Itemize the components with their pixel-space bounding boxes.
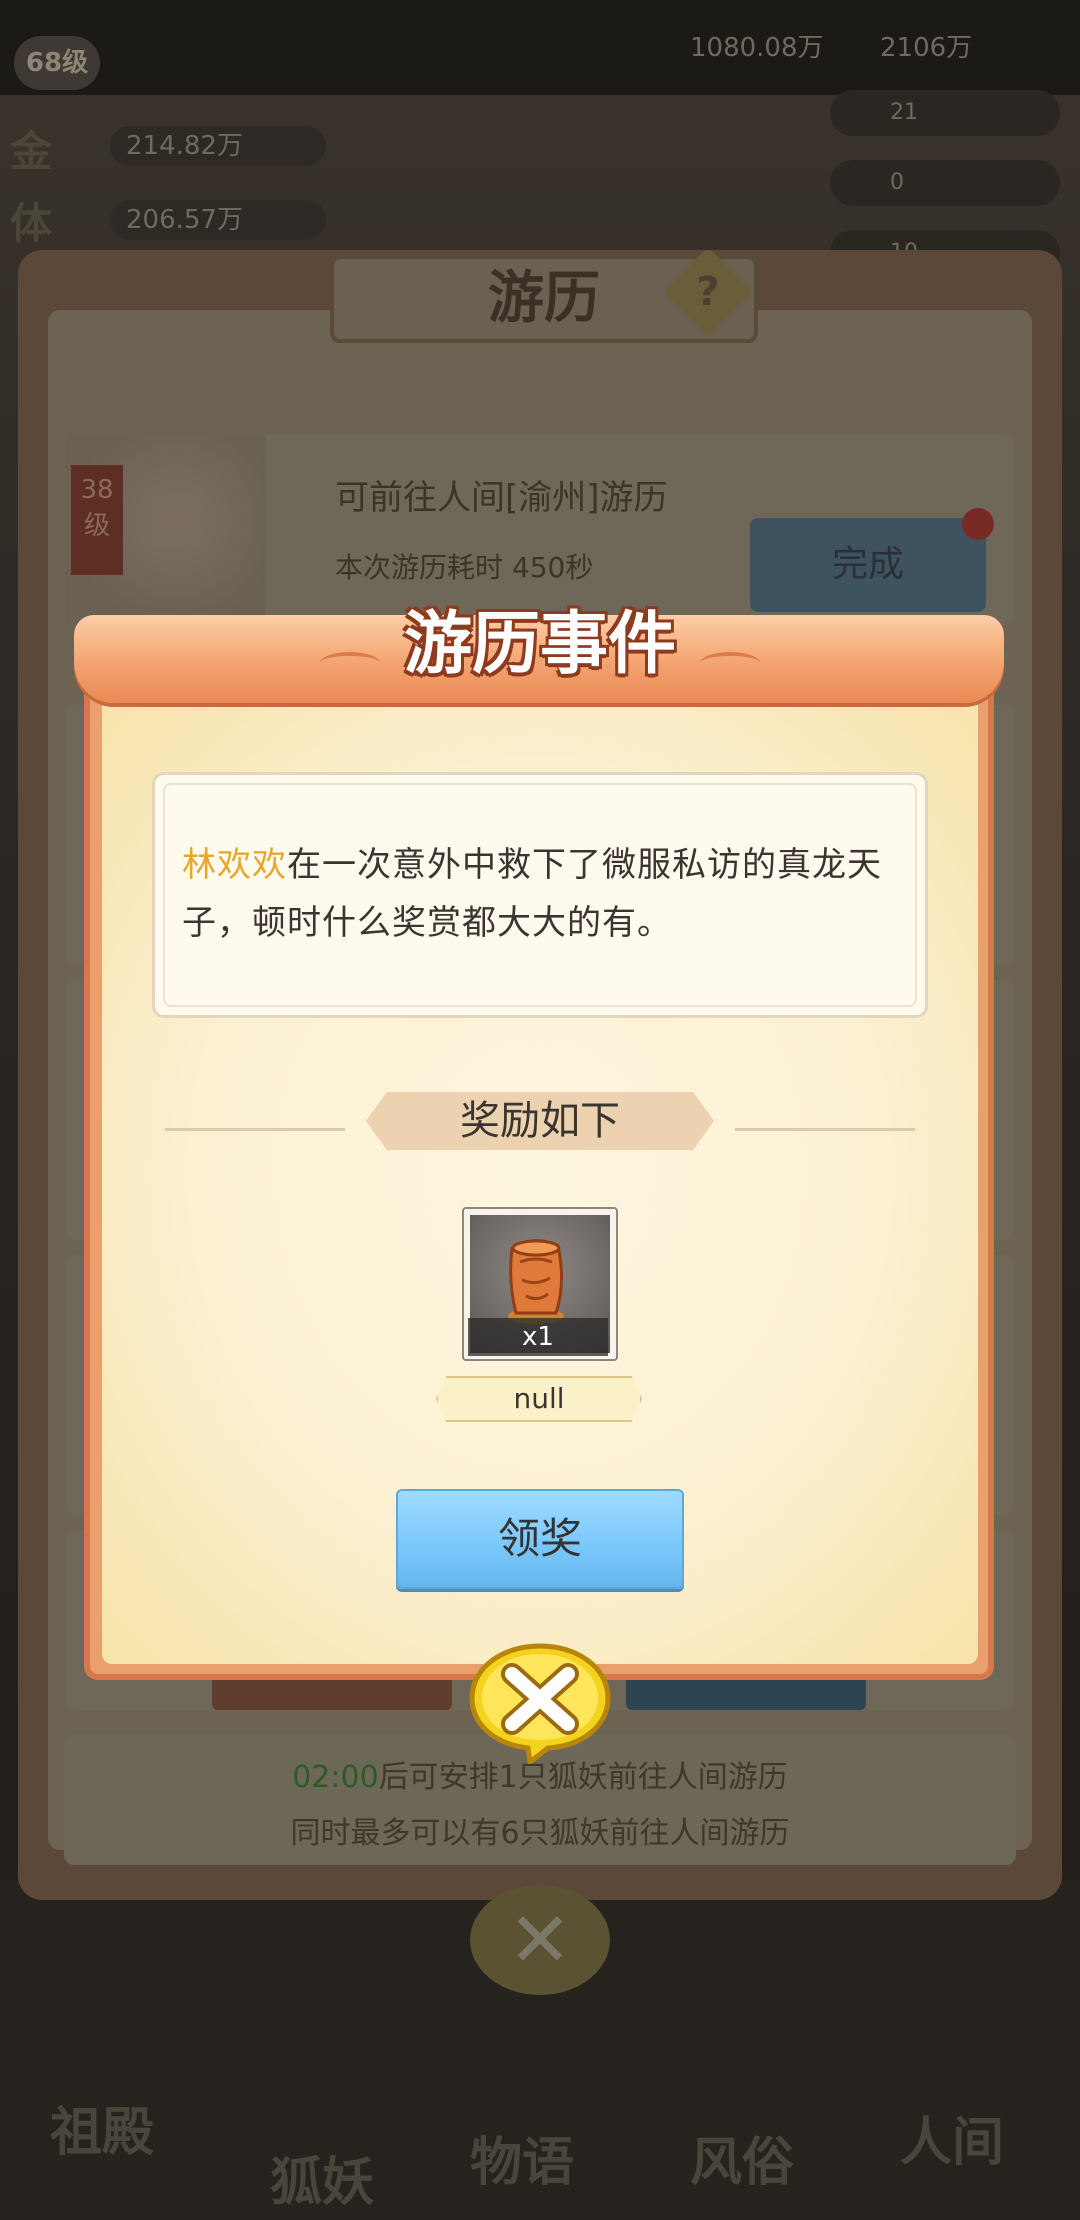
event-modal-title: 游历事件 — [403, 604, 676, 684]
travel-info-line-2: 同时最多可以有6只狐妖前往人间游历 — [290, 1816, 790, 1851]
nav-item-story[interactable]: 物语 — [470, 2120, 574, 2195]
notification-dot — [962, 508, 994, 540]
close-modal-button[interactable] — [466, 1640, 614, 1767]
item-name: null — [513, 1382, 565, 1415]
reward-header-decoration-left — [165, 1108, 345, 1131]
resource-label-1: 金 — [10, 127, 53, 176]
panel-close-button[interactable]: ✕ — [470, 1885, 610, 1995]
close-x-icon — [469, 1643, 611, 1767]
reward-header: 奖励如下 — [460, 1098, 620, 1144]
nav-item-ancestral-hall[interactable]: 祖殿 — [50, 2090, 154, 2165]
nav-item-customs[interactable]: 风俗 — [690, 2120, 794, 2195]
bronze-relic-icon — [508, 1239, 564, 1324]
question-icon: ? — [696, 269, 720, 315]
help-button[interactable]: ? — [662, 246, 754, 338]
claim-reward-label[interactable]: 领奖 — [396, 1489, 684, 1589]
top-resource-2: 2106万 — [880, 33, 973, 63]
side-stat-2: 0 — [830, 160, 1060, 206]
top-resource-1: 1080.08万 — [690, 33, 824, 63]
trip-destination: 可前往人间[渝州]游历 — [335, 478, 668, 518]
resource-value-2: 206.57万 — [110, 200, 326, 240]
nav-item-world[interactable]: 人间 — [900, 2100, 1004, 2175]
resource-label-2: 体 — [10, 199, 53, 248]
countdown-suffix: 后可安排1只狐妖前往人间游历 — [378, 1760, 788, 1795]
trip-level-tag: 38级 — [71, 465, 123, 575]
reward-header-decoration-right — [735, 1108, 915, 1131]
trip-duration: 本次游历耗时 450秒 — [335, 551, 594, 584]
resource-value-1: 214.82万 — [110, 126, 326, 166]
side-stat-1: 21 — [830, 90, 1060, 136]
countdown-timer: 02:00 — [292, 1760, 379, 1795]
story-text: 林欢欢在一次意外中救下了微服私访的真龙天子，顿时什么奖赏都大大的有。 — [182, 836, 892, 952]
fox-name: 林欢欢 — [182, 845, 287, 885]
close-x-icon: ✕ — [508, 1895, 572, 1984]
player-level-badge: 68级 — [14, 36, 100, 90]
item-count: x1 — [522, 1322, 554, 1352]
story-body: 在一次意外中救下了微服私访的真龙天子，顿时什么奖赏都大大的有。 — [182, 845, 882, 943]
nav-item-fox[interactable]: 狐妖 — [270, 2140, 374, 2215]
